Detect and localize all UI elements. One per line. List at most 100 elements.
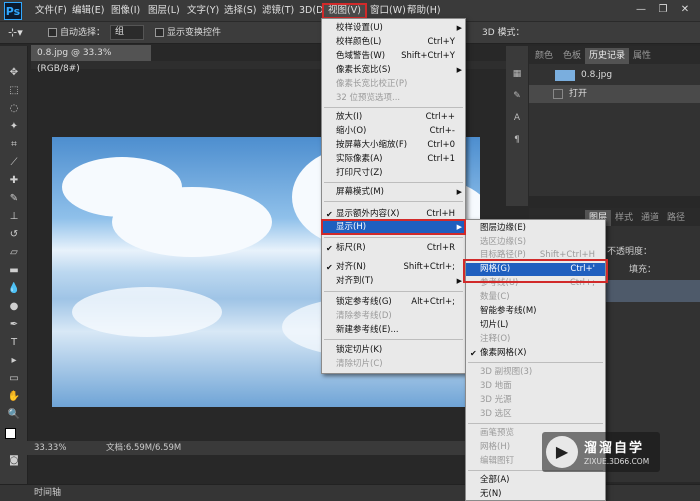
panel-tab[interactable]: 路径: [663, 210, 689, 226]
menu-item[interactable]: 实际像素(A) Ctrl+1: [322, 153, 465, 166]
stamp-tool-icon[interactable]: ⊥: [7, 210, 21, 224]
eraser-tool-icon[interactable]: ▱: [7, 246, 21, 260]
menu-item[interactable]: 缩小(O) Ctrl+-: [322, 125, 465, 138]
menu-item[interactable]: 网格(G) Ctrl+': [466, 263, 605, 276]
crop-tool-icon[interactable]: ⌗: [7, 138, 21, 152]
hand-tool-icon[interactable]: ✋: [7, 390, 21, 404]
menu-item[interactable]: 全部(A): [466, 474, 605, 487]
menu-item[interactable]: 校样设置(U) ▶: [322, 22, 465, 35]
menu-item-shortcut: Ctrl+;: [569, 278, 595, 288]
panel-tab[interactable]: 色板: [559, 48, 585, 64]
move-tool-icon[interactable]: ✥: [7, 66, 21, 80]
photoshop-logo: Ps: [4, 2, 22, 20]
shape-tool-icon[interactable]: ▭: [7, 372, 21, 386]
menu-item-label: 32 位预览选项...: [336, 93, 401, 103]
paragraph-panel-icon[interactable]: ¶: [511, 134, 523, 146]
history-brush-icon[interactable]: ↺: [7, 228, 21, 242]
menu-item[interactable]: 放大(I) Ctrl++: [322, 111, 465, 124]
submenu-arrow-icon: ▶: [456, 66, 462, 74]
menu-item-label: 清除参考线(D): [336, 311, 392, 321]
quick-mask-icon[interactable]: ◙: [7, 454, 21, 468]
type-tool-icon[interactable]: T: [7, 336, 21, 350]
menu-item[interactable]: ✔ 像素网格(X): [466, 347, 605, 360]
zoom-readout[interactable]: 33.33%: [34, 441, 66, 455]
menu-item-label: 3D 副视图(3): [480, 367, 533, 377]
menu-item[interactable]: 图层边缘(E): [466, 222, 605, 235]
menu-item[interactable]: 切片(L): [466, 319, 605, 332]
pen-tool-icon[interactable]: ✒: [7, 318, 21, 332]
menu-item-6[interactable]: 滤镜(T): [258, 3, 298, 19]
menu-item-3[interactable]: 图层(L): [144, 3, 184, 19]
menu-item[interactable]: 锁定切片(K): [322, 344, 465, 357]
history-panel-icon[interactable]: ▦: [511, 68, 523, 80]
menu-item[interactable]: 打印尺寸(Z): [322, 167, 465, 180]
menu-item[interactable]: 色域警告(W) Shift+Ctrl+Y: [322, 50, 465, 63]
foreground-color-swatch[interactable]: [5, 428, 16, 439]
menu-item-shortcut: Ctrl+0: [427, 140, 455, 150]
healing-brush-icon[interactable]: ✚: [7, 174, 21, 188]
marquee-tool-icon[interactable]: ⬚: [7, 84, 21, 98]
maximize-button[interactable]: ❐: [655, 3, 671, 17]
character-panel-icon[interactable]: A: [511, 112, 523, 124]
menu-item-2[interactable]: 图像(I): [107, 3, 144, 19]
panel-tab[interactable]: 样式: [611, 210, 637, 226]
menu-item[interactable]: 按屏幕大小缩放(F) Ctrl+0: [322, 139, 465, 152]
menu-item-label: 智能参考线(M): [480, 306, 537, 316]
auto-select-dropdown[interactable]: 组: [110, 25, 144, 40]
menu-item[interactable]: 显示(H) ▶: [322, 221, 465, 234]
menu-item[interactable]: ✔ 显示额外内容(X) Ctrl+H: [322, 208, 465, 221]
panel-tab[interactable]: 属性: [629, 48, 655, 64]
zoom-tool-icon[interactable]: 🔍: [7, 408, 21, 422]
menu-item-4[interactable]: 文字(Y): [183, 3, 223, 19]
menu-item[interactable]: 对齐到(T) ▶: [322, 275, 465, 288]
menu-item[interactable]: 锁定参考线(G) Alt+Ctrl+;: [322, 296, 465, 309]
auto-select-checkbox[interactable]: 自动选择：: [48, 26, 105, 40]
brush-panel-icon[interactable]: ✎: [511, 90, 523, 102]
minimize-button[interactable]: —: [633, 3, 649, 17]
history-state[interactable]: 打开: [529, 85, 700, 103]
close-button[interactable]: ✕: [677, 3, 693, 17]
document-tab[interactable]: 0.8.jpg @ 33.3%(RGB/8#): [31, 45, 151, 74]
show-transform-label: 显示变换控件: [167, 28, 222, 38]
history-item-label: 打开: [569, 89, 588, 99]
history-snapshot[interactable]: 0.8.jpg: [529, 66, 700, 84]
menu-item[interactable]: ✔ 标尺(R) Ctrl+R: [322, 242, 465, 255]
menu-item[interactable]: 智能参考线(M): [466, 305, 605, 318]
menu-view[interactable]: 视图(V): [322, 3, 367, 19]
gradient-tool-icon[interactable]: ▬: [7, 264, 21, 278]
panel-tab[interactable]: 颜色: [531, 48, 557, 64]
menu-item-10[interactable]: 帮助(H): [403, 3, 445, 19]
panel-tab[interactable]: 历史记录: [585, 48, 630, 64]
menu-item[interactable]: ✔ 对齐(N) Shift+Ctrl+;: [322, 261, 465, 274]
menu-separator: [468, 362, 603, 363]
menu-item-label: 校样设置(U): [336, 23, 383, 33]
menu-item[interactable]: 无(N): [466, 488, 605, 501]
menu-item-5[interactable]: 选择(S): [220, 3, 260, 19]
menu-item[interactable]: 校样颜色(L) Ctrl+Y: [322, 36, 465, 49]
menu-item[interactable]: 屏幕模式(M) ▶: [322, 186, 465, 199]
path-select-icon[interactable]: ▸: [7, 354, 21, 368]
fill-label: 填充：: [629, 265, 657, 275]
menu-item-0[interactable]: 文件(F): [31, 3, 71, 19]
menu-item-label: 锁定参考线(G): [336, 297, 392, 307]
menu-item-shortcut: Ctrl++: [425, 112, 455, 122]
menu-item[interactable]: 新建参考线(E)...: [322, 324, 465, 337]
menu-item-shortcut: Ctrl+H: [426, 209, 455, 219]
brush-tool-icon[interactable]: ✎: [7, 192, 21, 206]
menu-item: 选区边缘(S): [466, 236, 605, 249]
menu-item-1[interactable]: 编辑(E): [68, 3, 108, 19]
eyedropper-icon[interactable]: ⟋: [7, 156, 21, 170]
menu-item-shortcut: Ctrl+Y: [427, 37, 455, 47]
menu-item-shortcut: Alt+Ctrl+;: [411, 297, 455, 307]
lasso-tool-icon[interactable]: ◌: [7, 102, 21, 116]
blur-tool-icon[interactable]: 💧: [7, 282, 21, 296]
document-info: 文档:6.59M/6.59M: [106, 443, 182, 453]
dodge-tool-icon[interactable]: ●: [7, 300, 21, 314]
move-tool-icon[interactable]: ⊹▾: [8, 26, 23, 40]
menu-item[interactable]: 像素长宽比(S) ▶: [322, 64, 465, 77]
menu-item-label: 编辑图钉: [480, 456, 515, 466]
show-transform-checkbox[interactable]: 显示变换控件: [155, 26, 221, 40]
menu-item-label: 3D 光源: [480, 395, 512, 405]
magic-wand-icon[interactable]: ✦: [7, 120, 21, 134]
panel-tab[interactable]: 通道: [637, 210, 663, 226]
